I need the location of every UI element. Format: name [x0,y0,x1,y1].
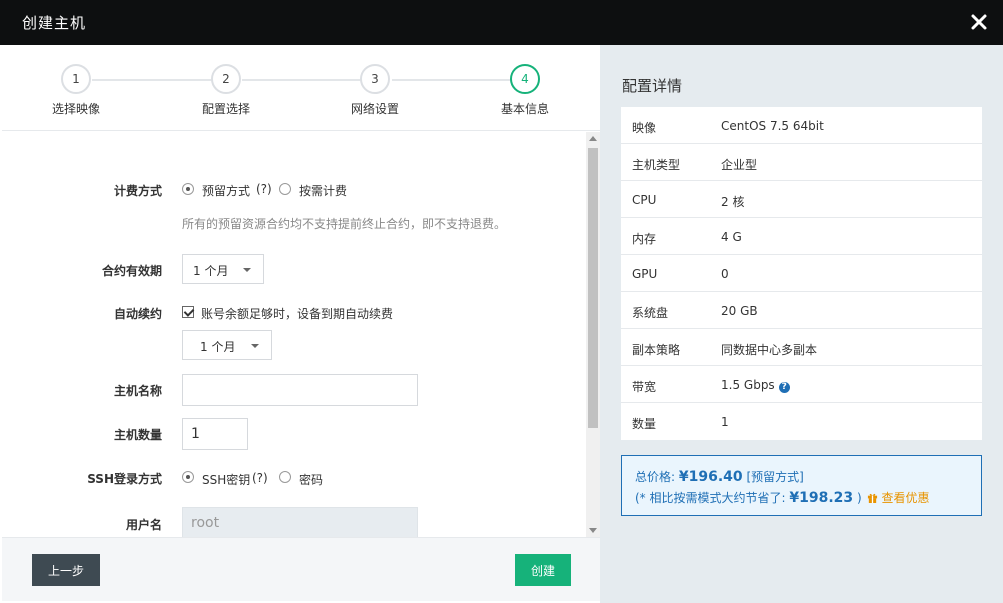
step-indicator: 1 选择映像 2 配置选择 3 网络设置 4 基本信息 [2,45,600,131]
spec-row: GPU 0 [621,255,982,292]
step-label: 选择映像 [51,102,100,116]
ssh-key-help[interactable]: (?) [252,471,268,485]
contract-value: 1 个月 [193,264,229,278]
auto-renew-text: 账号余额足够时，设备到期自动续费 [201,307,394,321]
step-2[interactable]: 2 配置选择 [166,64,286,117]
create-host-dialog: 创建主机 1 选择映像 2 配置选择 3 网络设置 4 基本信息 计费方式 预留… [0,0,1003,603]
form-area: 计费方式 预留方式 (?) 按需计费 所有的预留资源合约均不支持提前终止合约，即… [2,132,584,537]
create-button[interactable]: 创建 [515,554,571,586]
spec-value: 1.5 Gbps? [721,378,790,393]
step-1[interactable]: 1 选择映像 [16,64,136,117]
spec-row: CPU 2 核 [621,181,982,218]
spec-row: 副本策略 同数据中心多副本 [621,329,982,366]
spec-row: 主机类型 企业型 [621,144,982,181]
form-scrollbar[interactable] [586,132,600,537]
billing-reserved-radio[interactable] [182,183,194,195]
view-offers-link[interactable]: 查看优惠 [881,491,929,505]
left-panel: 1 选择映像 2 配置选择 3 网络设置 4 基本信息 计费方式 预留方式 (?… [2,45,600,601]
ssh-password-radio[interactable] [279,471,291,483]
contract-label: 合约有效期 [101,264,162,278]
spec-value: 0 [721,267,729,281]
total-price-mode: [预留方式] [742,470,804,484]
spec-key: GPU [632,267,658,281]
auto-renew-checkbox[interactable] [182,306,194,318]
close-icon[interactable] [967,10,991,34]
spec-value: 20 GB [721,304,758,318]
spec-key: 映像 [632,121,657,135]
savings-line: (* 相比按需模式大约节省了: ¥198.23 ) 查看优惠 [635,489,929,506]
billing-label: 计费方式 [113,184,162,198]
help-icon[interactable]: ? [778,382,790,393]
savings-prefix: (* 相比按需模式大约节省了: [635,491,790,505]
scroll-down-icon[interactable] [589,528,597,533]
spec-row: 数量 1 [621,403,982,440]
spec-key: 副本策略 [632,343,681,357]
step-3[interactable]: 3 网络设置 [315,64,435,117]
spec-value: 2 核 [721,195,745,209]
spec-key: 数量 [632,417,657,431]
username-input: root [182,507,418,537]
ssh-password-text: 密码 [299,473,324,487]
spec-row: 映像 CentOS 7.5 64bit [621,107,982,144]
total-price-label: 总价格: [635,470,679,484]
username-label: 用户名 [125,518,162,532]
dialog-titlebar: 创建主机 [0,0,1003,45]
chevron-down-icon [251,344,259,348]
step-number: 3 [360,64,390,94]
spec-table: 映像 CentOS 7.5 64bit 主机类型 企业型 CPU 2 核 内存 4 G … [621,107,982,440]
ssh-label: SSH登录方式 [87,472,162,486]
host-count-input[interactable]: 1 [182,418,248,450]
ssh-key-text: SSH密钥 [202,473,251,487]
spec-value: 1 [721,415,729,429]
spec-value: 4 G [721,230,742,244]
dialog-title: 创建主机 [22,14,87,32]
spec-key: 主机类型 [632,158,681,172]
host-name-input[interactable] [182,374,418,406]
spec-value: 同数据中心多副本 [721,343,818,357]
total-price-value: ¥196.40 [678,469,743,485]
step-number: 1 [61,64,91,94]
bandwidth-value: 1.5 Gbps [721,378,775,392]
host-count-label: 主机数量 [113,428,162,442]
spec-key: CPU [632,193,657,207]
billing-ondemand-text: 按需计费 [299,184,348,198]
spec-row: 带宽 1.5 Gbps? [621,366,982,403]
step-label: 基本信息 [500,102,549,116]
total-price-line: 总价格: ¥196.40 [预留方式] [635,468,804,485]
step-label: 配置选择 [201,102,250,116]
billing-reserved-help[interactable]: (?) [256,182,272,196]
scroll-up-icon[interactable] [589,136,597,141]
auto-renew-value: 1 个月 [200,340,236,354]
auto-renew-label: 自动续约 [113,307,162,321]
gift-icon [868,493,878,503]
spec-value: CentOS 7.5 64bit [721,119,824,133]
spec-key: 系统盘 [632,306,669,320]
spec-value: 企业型 [721,158,758,172]
auto-renew-select[interactable]: 1 个月 [182,330,272,360]
summary-panel: 配置详情 映像 CentOS 7.5 64bit 主机类型 企业型 CPU 2 核 内… [600,45,1003,603]
step-number: 4 [510,64,540,94]
spec-key: 带宽 [632,380,657,394]
spec-key: 内存 [632,232,657,246]
spec-row: 系统盘 20 GB [621,292,982,329]
summary-heading: 配置详情 [622,77,683,95]
savings-value: ¥198.23 [789,490,854,506]
previous-step-button[interactable]: 上一步 [32,554,100,586]
price-box: 总价格: ¥196.40 [预留方式] (* 相比按需模式大约节省了: ¥198… [621,455,982,516]
ssh-key-radio[interactable] [182,471,194,483]
step-4[interactable]: 4 基本信息 [465,64,585,117]
contract-select[interactable]: 1 个月 [182,254,264,284]
chevron-down-icon [243,268,251,272]
spec-row: 内存 4 G [621,218,982,255]
billing-reserved-text: 预留方式 [202,184,251,198]
savings-suffix: ) [853,491,862,505]
billing-hint: 所有的预留资源合约均不支持提前终止合约，即不支持退费。 [182,217,507,231]
step-number: 2 [211,64,241,94]
scroll-thumb[interactable] [588,148,598,428]
step-label: 网络设置 [350,102,399,116]
host-name-label: 主机名称 [113,384,162,398]
dialog-footer: 上一步 创建 [2,537,600,601]
billing-ondemand-radio[interactable] [279,183,291,195]
